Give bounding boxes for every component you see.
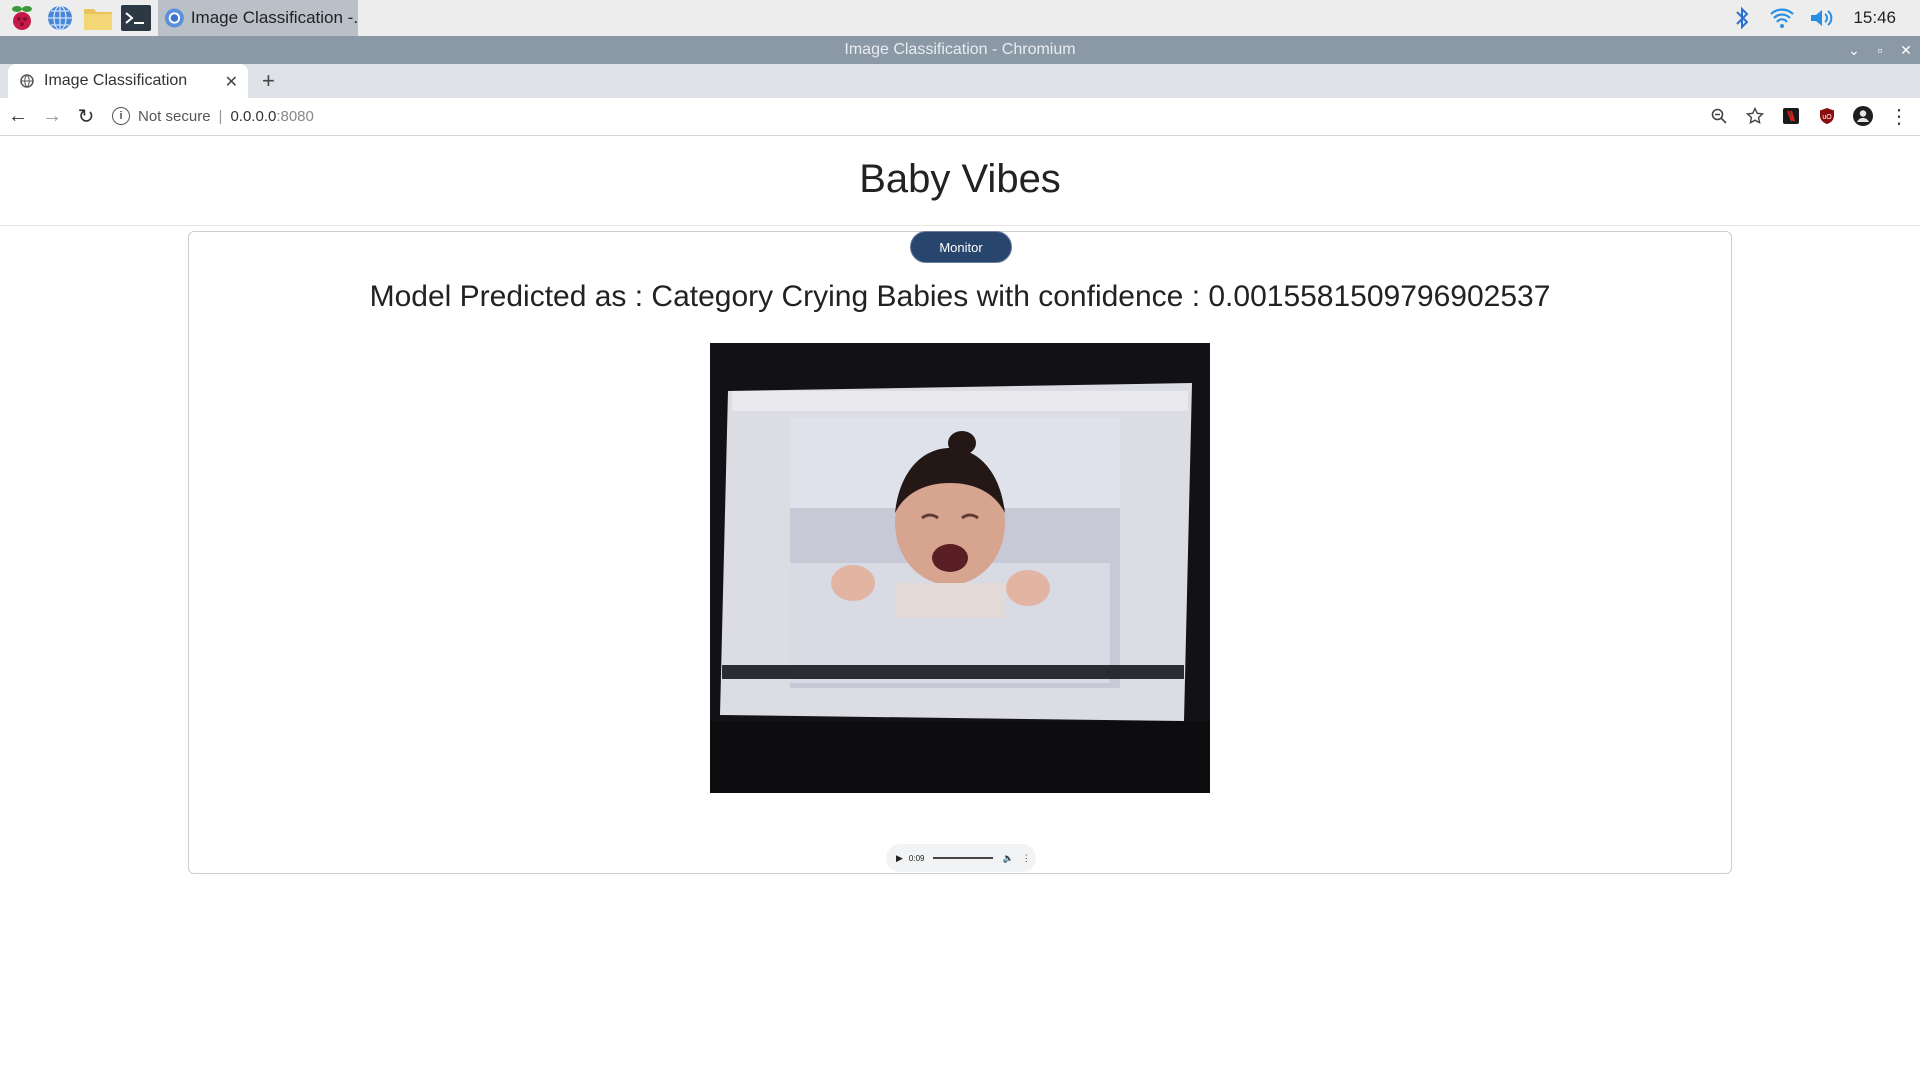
taskbar-window-label: Image Classification -... xyxy=(190,8,358,27)
taskbar: Image Classification -... 15:46 xyxy=(0,0,1920,36)
classified-photo xyxy=(710,343,1210,793)
ublock-shield-icon[interactable]: uO xyxy=(1816,105,1838,127)
address-bar[interactable]: i Not secure | 0.0.0.0 :8080 xyxy=(112,101,1672,131)
audio-more-icon[interactable]: ⋮ xyxy=(1022,853,1031,864)
forward-button[interactable]: → xyxy=(36,101,68,133)
page-title: Baby Vibes xyxy=(859,157,1061,201)
globe-favicon-icon xyxy=(20,74,34,88)
audio-player[interactable]: ▶ 0:09 🔈 ⋮ xyxy=(886,844,1036,872)
close-window-icon[interactable]: ✕ xyxy=(1898,42,1914,59)
info-icon[interactable]: i xyxy=(112,107,130,125)
audio-progress-track[interactable] xyxy=(932,857,993,859)
menu-kebab-icon[interactable]: ⋮ xyxy=(1888,105,1910,128)
tab-strip: Image Classification ✕ + xyxy=(0,64,1920,98)
volume-control-icon[interactable]: 🔈 xyxy=(1003,853,1014,864)
clock[interactable]: 15:46 xyxy=(1853,8,1896,28)
bookmark-star-icon[interactable] xyxy=(1744,105,1766,127)
minimize-icon[interactable]: ⌄ xyxy=(1846,42,1862,59)
svg-text:uO: uO xyxy=(1822,114,1832,121)
window-title: Image Classification - Chromium xyxy=(844,41,1076,58)
extension-red-icon[interactable] xyxy=(1780,105,1802,127)
toolbar-actions: uO ⋮ xyxy=(1708,101,1910,131)
taskbar-window-button[interactable]: Image Classification -... xyxy=(158,0,358,36)
volume-icon[interactable] xyxy=(1807,3,1837,33)
file-manager-icon[interactable] xyxy=(82,2,114,34)
prediction-card: Monitor Model Predicted as : Category Cr… xyxy=(188,231,1732,874)
chromium-icon xyxy=(164,8,184,28)
raspberry-pi-menu-icon[interactable] xyxy=(6,2,38,34)
new-tab-button[interactable]: + xyxy=(262,68,275,94)
bluetooth-icon[interactable] xyxy=(1727,3,1757,33)
play-icon[interactable]: ▶ xyxy=(896,853,903,864)
window-controls: ⌄ ▫ ✕ xyxy=(1846,36,1914,64)
reload-button[interactable]: ↻ xyxy=(70,101,102,133)
browser-tab[interactable]: Image Classification ✕ xyxy=(8,64,248,98)
tab-title: Image Classification xyxy=(44,72,188,89)
monitor-button[interactable]: Monitor xyxy=(910,231,1012,263)
wifi-icon[interactable] xyxy=(1767,3,1797,33)
web-browser-icon[interactable] xyxy=(44,2,76,34)
url-port: :8080 xyxy=(276,107,314,125)
back-button[interactable]: ← xyxy=(2,101,34,133)
profile-avatar-icon[interactable] xyxy=(1852,105,1874,127)
tab-close-icon[interactable]: ✕ xyxy=(225,72,238,92)
page-header: Baby Vibes xyxy=(0,135,1920,226)
url-separator: | xyxy=(218,107,223,125)
url-host: 0.0.0.0 xyxy=(230,107,277,125)
audio-time: 0:09 xyxy=(908,853,925,863)
terminal-icon[interactable] xyxy=(120,2,152,34)
maximize-icon[interactable]: ▫ xyxy=(1872,42,1888,58)
window-titlebar[interactable]: Image Classification - Chromium ⌄ ▫ ✕ xyxy=(0,36,1920,64)
prediction-text: Model Predicted as : Category Crying Bab… xyxy=(369,280,1551,313)
security-label: Not secure xyxy=(138,107,211,125)
system-tray: 15:46 xyxy=(1727,0,1920,36)
browser-toolbar: ← → ↻ i Not secure | 0.0.0.0 :8080 uO ⋮ xyxy=(0,98,1920,136)
zoom-icon[interactable] xyxy=(1708,105,1730,127)
